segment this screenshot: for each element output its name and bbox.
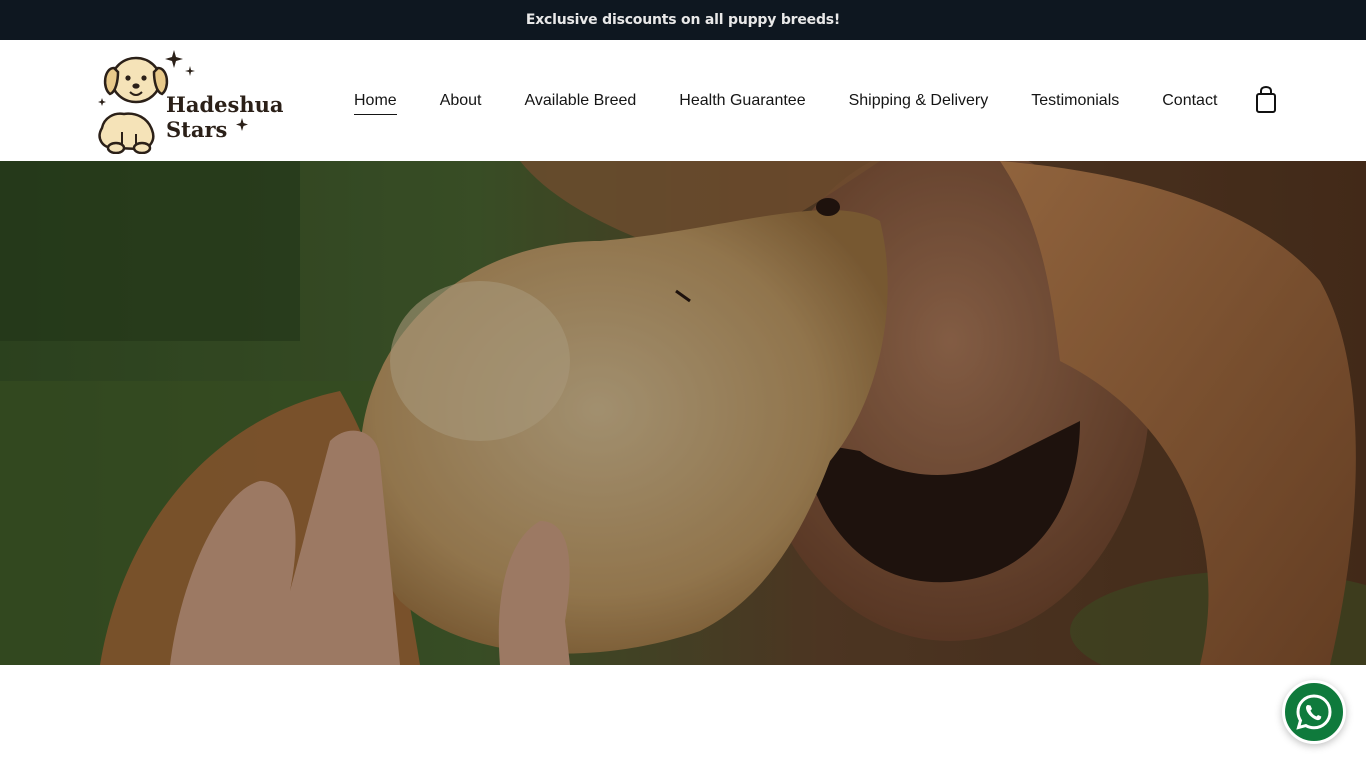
brand-name-line2: Stars bbox=[166, 117, 228, 142]
site-header: Hadeshua Stars Home About Available Bree… bbox=[0, 40, 1366, 161]
man-with-puppy-photo bbox=[0, 161, 1366, 665]
nav-shipping-delivery[interactable]: Shipping & Delivery bbox=[849, 92, 989, 110]
brand-logo[interactable]: Hadeshua Stars bbox=[92, 48, 283, 154]
announcement-bar: Exclusive discounts on all puppy breeds! bbox=[0, 0, 1366, 40]
nav-health-guarantee[interactable]: Health Guarantee bbox=[679, 92, 805, 110]
hero-banner bbox=[0, 161, 1366, 665]
brand-name-line1: Hadeshua bbox=[166, 92, 284, 117]
announcement-text: Exclusive discounts on all puppy breeds! bbox=[525, 12, 841, 28]
shopping-bag-icon bbox=[1256, 85, 1276, 113]
whatsapp-icon bbox=[1296, 694, 1332, 730]
whatsapp-button[interactable] bbox=[1282, 680, 1346, 744]
nav-home[interactable]: Home bbox=[354, 92, 397, 115]
nav-testimonials[interactable]: Testimonials bbox=[1031, 92, 1119, 110]
cart-button[interactable] bbox=[1254, 85, 1278, 114]
nav-available-breed[interactable]: Available Breed bbox=[525, 92, 637, 110]
nav-about[interactable]: About bbox=[440, 92, 482, 110]
nav-contact[interactable]: Contact bbox=[1162, 92, 1217, 110]
brand-name: Hadeshua Stars bbox=[166, 92, 283, 142]
main-nav: Home About Available Breed Health Guaran… bbox=[354, 40, 1260, 161]
